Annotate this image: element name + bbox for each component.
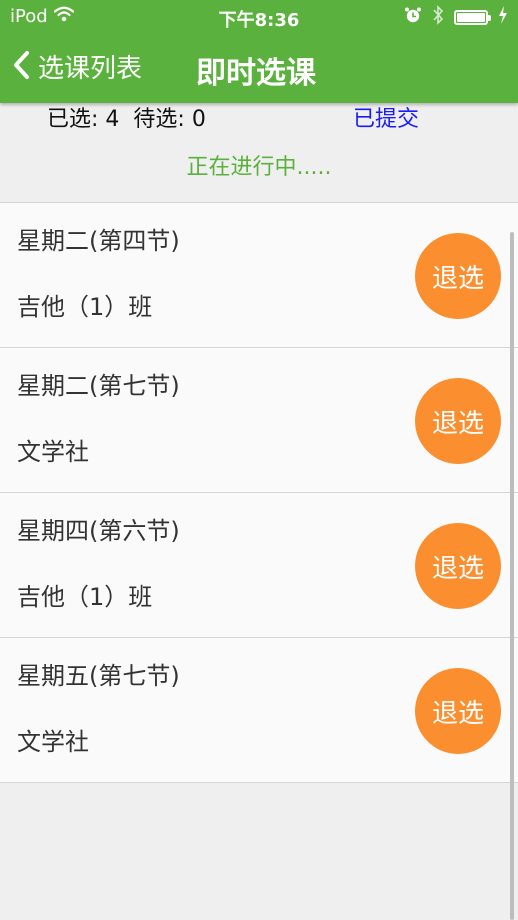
course-name: 文学社: [17, 438, 89, 466]
bluetooth-icon: [432, 5, 444, 30]
course-row: 星期二(第四节) 吉他（1）班 退选: [0, 203, 518, 348]
course-name: 吉他（1）班: [17, 583, 153, 611]
selected-count: 4: [105, 107, 120, 132]
course-time: 星期四(第六节): [17, 517, 180, 545]
drop-course-button[interactable]: 退选: [415, 668, 501, 754]
selection-summary: 已选: 4 待选: 0 已提交 正在进行中.....: [0, 103, 518, 203]
progress-status: 正在进行中.....: [186, 155, 332, 180]
selection-counts: 已选: 4 待选: 0: [47, 101, 206, 133]
battery-tip: [488, 15, 491, 21]
course-row: 星期二(第七节) 文学社 退选: [0, 348, 518, 493]
course-row: 星期四(第六节) 吉他（1）班 退选: [0, 493, 518, 638]
battery-icon: [454, 10, 491, 25]
submission-status: 已提交: [353, 107, 420, 132]
chevron-left-icon: [12, 50, 30, 84]
pending-count: 0: [191, 107, 206, 132]
drop-course-button[interactable]: 退选: [415, 233, 501, 319]
battery-fill: [457, 13, 485, 22]
course-time: 星期二(第四节): [17, 227, 180, 255]
pending-label: 待选:: [133, 107, 185, 132]
back-label: 选课列表: [38, 54, 143, 84]
app-header: iPod 下午8:36 选课列表 即时选课: [0, 0, 518, 103]
status-bar: iPod 下午8:36: [0, 0, 518, 34]
navigation-bar: 选课列表 即时选课: [0, 34, 518, 103]
selected-label: 已选:: [47, 107, 99, 132]
alarm-icon: [404, 6, 422, 29]
course-time: 星期二(第七节): [17, 372, 180, 400]
drop-course-button[interactable]: 退选: [415, 378, 501, 464]
charging-icon: [498, 6, 508, 29]
drop-course-button[interactable]: 退选: [415, 523, 501, 609]
course-name: 吉他（1）班: [17, 293, 153, 321]
course-time: 星期五(第七节): [17, 662, 180, 690]
scrollbar[interactable]: [510, 232, 514, 920]
course-row: 星期五(第七节) 文学社 退选: [0, 638, 518, 783]
course-name: 文学社: [17, 728, 89, 756]
status-right: [404, 5, 508, 30]
back-button[interactable]: 选课列表: [12, 48, 142, 85]
course-list: 星期二(第四节) 吉他（1）班 退选 星期二(第七节) 文学社 退选 星期四(第…: [0, 203, 518, 783]
page-title: 即时选课: [196, 56, 316, 91]
